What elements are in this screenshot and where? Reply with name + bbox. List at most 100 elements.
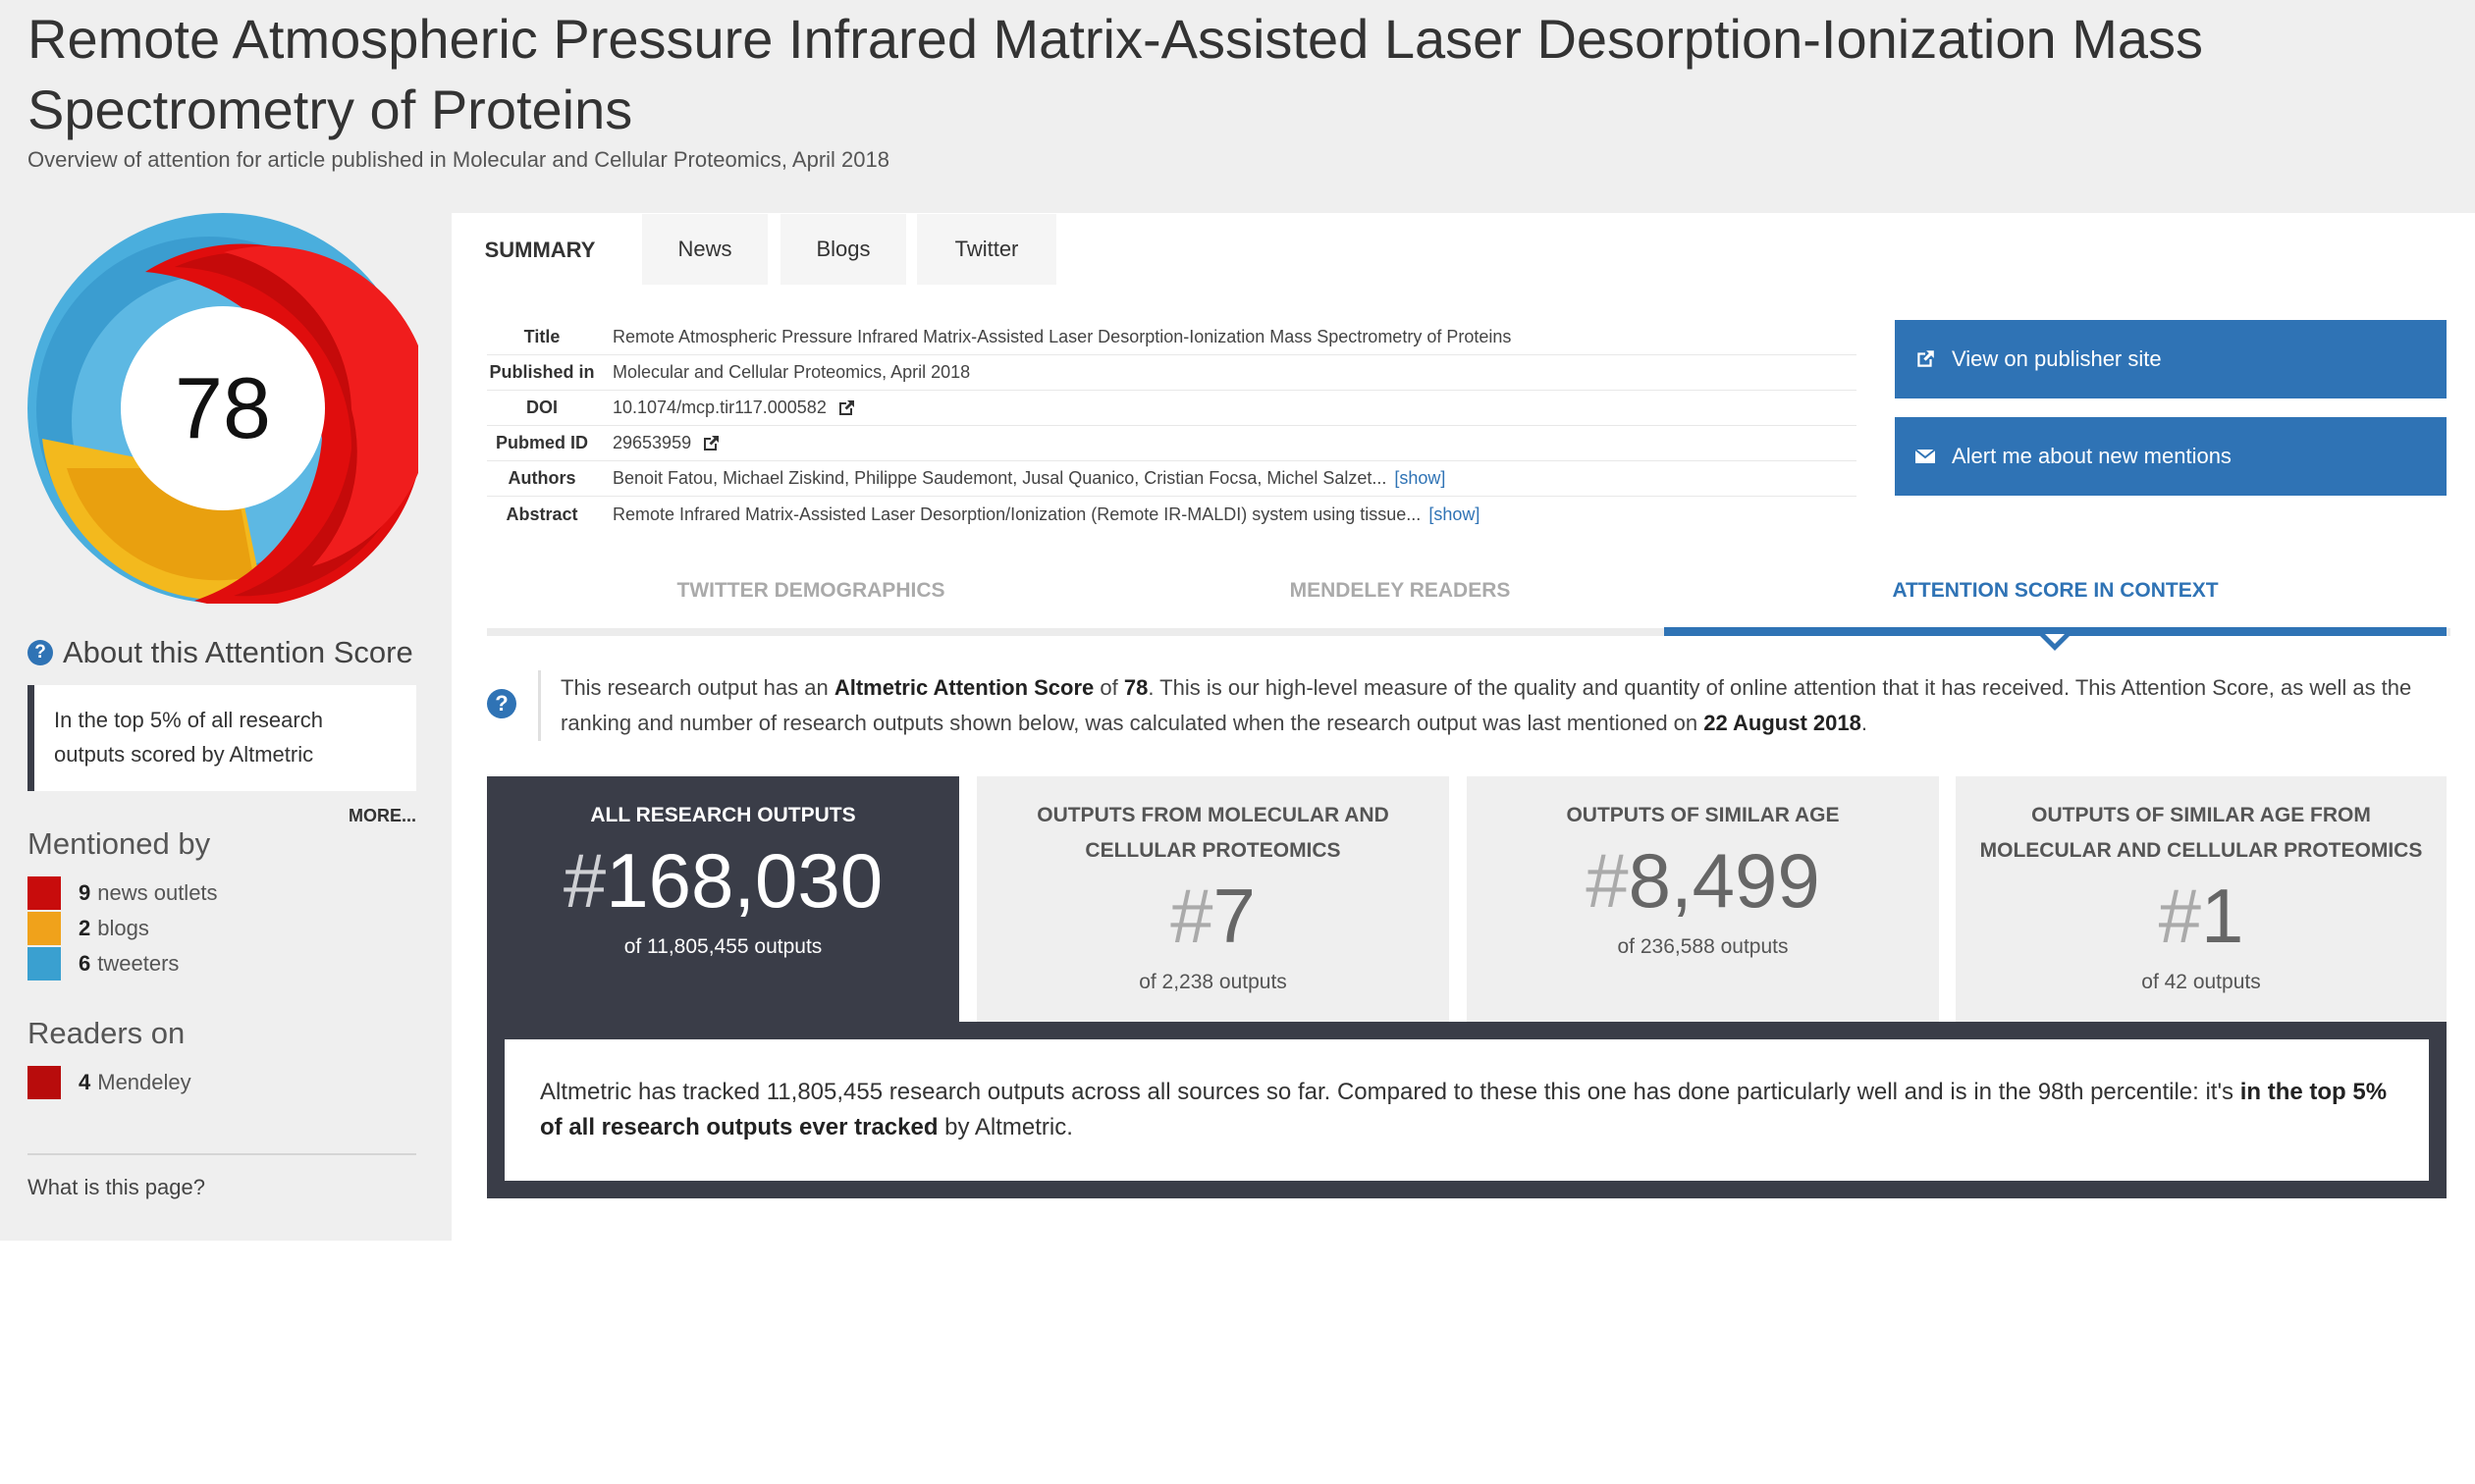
rank-hash: #	[2158, 873, 2201, 959]
attention-score-value: 78	[175, 359, 271, 456]
rank-card-similar-age: OUTPUTS OF SIMILAR AGE #8,499 of 236,588…	[1467, 776, 1939, 1022]
context-summary: Altmetric has tracked 11,805,455 researc…	[505, 1039, 2429, 1181]
rank-card-title: OUTPUTS OF SIMILAR AGE FROM MOLECULAR AN…	[1979, 804, 2423, 862]
abstract-show-link[interactable]: [show]	[1428, 504, 1480, 525]
details-authors-value: Benoit Fatou, Michael Ziskind, Philippe …	[613, 468, 1445, 489]
details-pubmed-label: Pubmed ID	[495, 433, 588, 452]
active-caret-icon	[2038, 634, 2071, 651]
tweeters-swatch	[27, 947, 61, 980]
pubmed-link[interactable]: 29653959	[613, 433, 691, 453]
mendeley-count: 4	[79, 1070, 91, 1094]
mendeley-label: Mendeley	[97, 1070, 191, 1094]
mentioned-by-heading: Mentioned by	[27, 826, 211, 861]
about-score-box: In the top 5% of all research outputs sc…	[27, 685, 416, 791]
details-row-published: Published in Molecular and Cellular Prot…	[487, 355, 1856, 391]
rank-card-title: OUTPUTS OF SIMILAR AGE	[1566, 804, 1840, 826]
sidebar-divider	[27, 1153, 416, 1155]
external-link-icon[interactable]	[836, 398, 856, 418]
blogs-count: 2	[79, 916, 91, 940]
details-row-pubmed: Pubmed ID 29653959	[487, 426, 1856, 461]
rank-value: #7	[977, 869, 1449, 963]
context-description: This research output has an Altmetric At…	[538, 670, 2447, 741]
details-authors-label: Authors	[508, 468, 576, 488]
blogs-label: blogs	[97, 916, 149, 940]
more-link[interactable]: MORE...	[27, 806, 416, 826]
rank-number: 1	[2201, 873, 2244, 959]
details-pubmed-value[interactable]: 29653959	[613, 433, 721, 453]
rank-hash: #	[1170, 873, 1213, 959]
context-text-4: .	[1860, 711, 1867, 735]
external-link-icon	[1917, 350, 1934, 367]
tab-blogs[interactable]: Blogs	[780, 214, 906, 285]
question-icon: ?	[27, 640, 53, 665]
subtab-attention-context[interactable]: ATTENTION SCORE IN CONTEXT	[1664, 579, 2447, 618]
context-text-1: This research output has an	[561, 675, 834, 700]
rank-hash: #	[563, 837, 607, 924]
details-published-value: Molecular and Cellular Proteomics, April…	[613, 362, 971, 382]
subtab-mendeley-readers[interactable]: MENDELEY READERS	[1135, 579, 1665, 618]
reader-mendeley[interactable]: 4 Mendeley	[27, 1066, 191, 1099]
about-score-heading-text: About this Attention Score	[63, 635, 413, 669]
context-bold-3: 22 August 2018	[1703, 711, 1861, 735]
rank-of: of 11,805,455 outputs	[623, 935, 823, 958]
rank-card-title: ALL RESEARCH OUTPUTS	[590, 804, 856, 826]
alert-mentions-label: Alert me about new mentions	[1952, 444, 2232, 468]
rank-number: 7	[1212, 873, 1256, 959]
rank-of: of 42 outputs	[2141, 971, 2261, 993]
summary-text-1: Altmetric has tracked 11,805,455 researc…	[540, 1079, 2240, 1105]
details-row-title: Title Remote Atmospheric Pressure Infrar…	[487, 320, 1856, 355]
details-row-doi: DOI 10.1074/mcp.tir117.000582	[487, 391, 1856, 426]
mention-news[interactable]: 9 news outlets	[27, 876, 218, 910]
details-title-value: Remote Atmospheric Pressure Infrared Mat…	[613, 327, 1512, 346]
context-text-2: of	[1094, 675, 1124, 700]
article-details-table: Title Remote Atmospheric Pressure Infrar…	[487, 320, 1856, 532]
details-title-label: Title	[523, 327, 561, 346]
authors-show-link[interactable]: [show]	[1394, 468, 1445, 489]
readers-on-heading: Readers on	[27, 1016, 186, 1050]
mention-blogs[interactable]: 2 blogs	[27, 912, 149, 945]
rank-hash: #	[1586, 837, 1629, 924]
tab-news[interactable]: News	[642, 214, 768, 285]
page-title: Remote Atmospheric Pressure Infrared Mat…	[27, 8, 2203, 140]
external-link-icon[interactable]	[701, 434, 721, 453]
help-icon[interactable]: ?	[487, 689, 516, 718]
doi-link[interactable]: 10.1074/mcp.tir117.000582	[613, 398, 827, 418]
details-published-label: Published in	[489, 362, 595, 382]
details-abstract-value: Remote Infrared Matrix-Assisted Laser De…	[613, 504, 1480, 525]
page-header: Remote Atmospheric Pressure Infrared Mat…	[0, 0, 2475, 213]
rank-number: 168,030	[606, 837, 884, 924]
news-count: 9	[79, 880, 91, 905]
tab-summary[interactable]: SUMMARY	[452, 214, 628, 287]
about-score-heading[interactable]: ? About this Attention Score	[27, 635, 413, 670]
mention-tweeters[interactable]: 6 tweeters	[27, 947, 179, 980]
rank-value: #168,030	[487, 833, 959, 928]
news-swatch	[27, 876, 61, 910]
details-row-authors: Authors Benoit Fatou, Michael Ziskind, P…	[487, 461, 1856, 497]
rank-of: of 236,588 outputs	[1617, 935, 1789, 958]
view-publisher-label: View on publisher site	[1952, 346, 2162, 371]
context-bold-2: 78	[1123, 675, 1149, 700]
rank-card-title: OUTPUTS FROM MOLECULAR AND CELLULAR PROT…	[1037, 804, 1389, 862]
rank-card-all: ALL RESEARCH OUTPUTS #168,030 of 11,805,…	[487, 776, 959, 1022]
tweeters-count: 6	[79, 951, 91, 976]
tab-twitter[interactable]: Twitter	[917, 214, 1056, 285]
context-bold-1: Altmetric Attention Score	[834, 675, 1095, 700]
abstract-text: Remote Infrared Matrix-Assisted Laser De…	[613, 504, 1422, 524]
authors-text: Benoit Fatou, Michael Ziskind, Philippe …	[613, 468, 1387, 488]
subtab-twitter-demographics[interactable]: TWITTER DEMOGRAPHICS	[487, 579, 1135, 618]
rank-card-similar-age-journal: OUTPUTS OF SIMILAR AGE FROM MOLECULAR AN…	[1956, 776, 2447, 1022]
details-doi-label: DOI	[525, 398, 558, 417]
rank-value: #1	[1956, 869, 2447, 963]
details-doi-value[interactable]: 10.1074/mcp.tir117.000582	[613, 398, 856, 418]
view-publisher-button[interactable]: View on publisher site	[1895, 320, 2447, 398]
what-is-this-page-link[interactable]: What is this page?	[27, 1175, 205, 1200]
rank-number: 8,499	[1628, 837, 1820, 924]
news-label: news outlets	[97, 880, 218, 905]
details-abstract-label: Abstract	[506, 504, 578, 524]
details-row-abstract: Abstract Remote Infrared Matrix-Assisted…	[487, 497, 1856, 532]
page-subtitle: Overview of attention for article publis…	[27, 147, 889, 172]
summary-text-2: by Altmetric.	[938, 1114, 1073, 1140]
tweeters-label: tweeters	[97, 951, 180, 976]
alert-mentions-button[interactable]: Alert me about new mentions	[1895, 417, 2447, 496]
envelope-icon	[1914, 449, 1936, 463]
